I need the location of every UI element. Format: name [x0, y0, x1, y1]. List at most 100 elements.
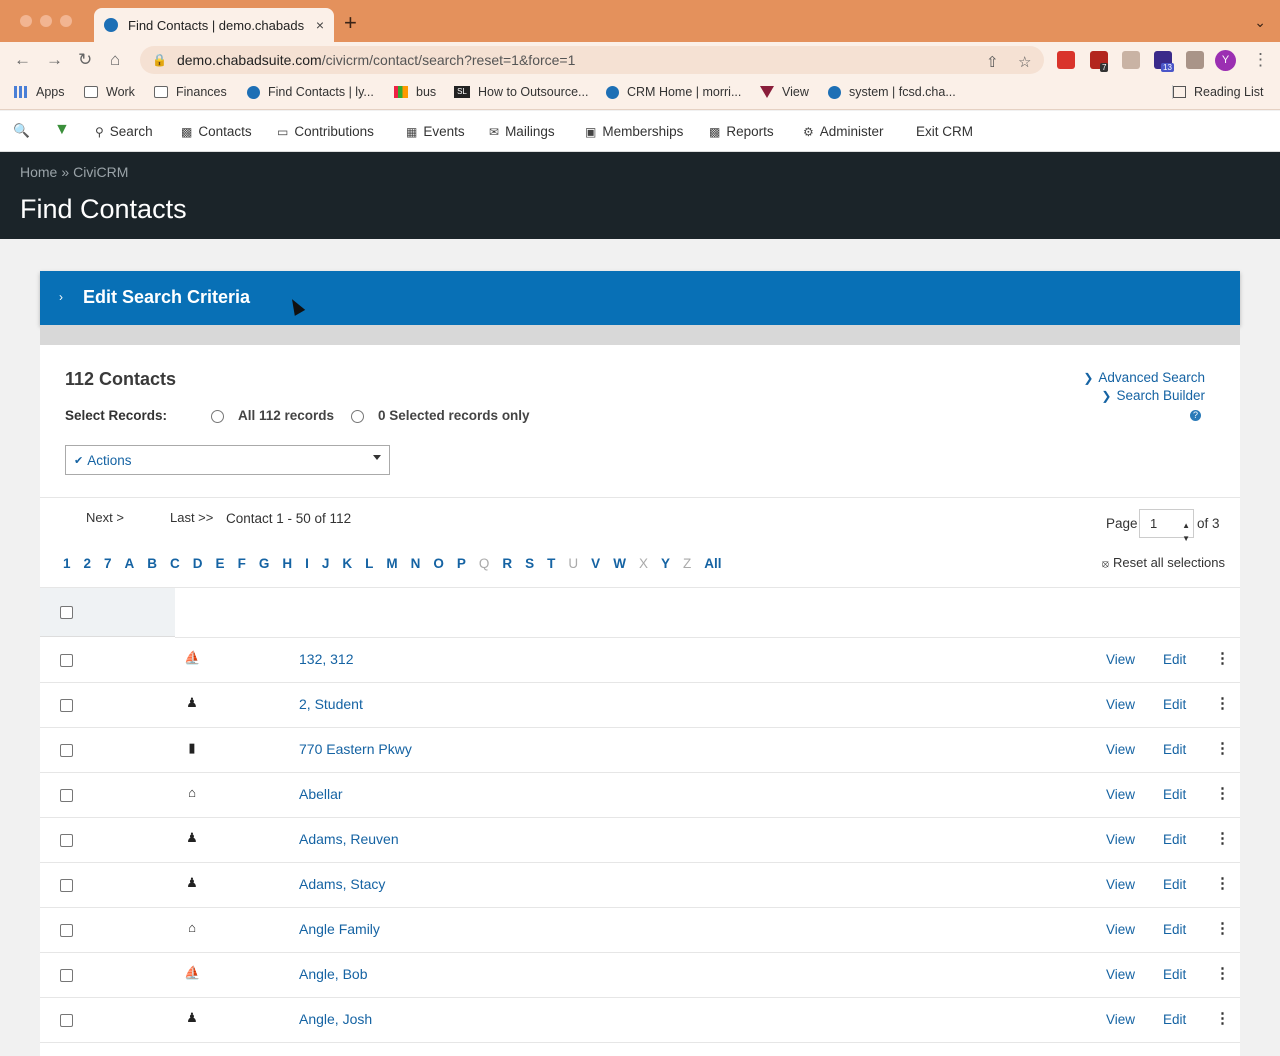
- view-link[interactable]: View: [1106, 742, 1135, 757]
- menu-memberships[interactable]: ▣ Memberships: [585, 124, 683, 139]
- bookmark-outsource[interactable]: SL How to Outsource...: [454, 85, 588, 99]
- help-icon[interactable]: ?: [1190, 410, 1201, 421]
- alpha-letter-o[interactable]: O: [433, 556, 444, 571]
- alpha-letter-y[interactable]: Y: [661, 556, 670, 571]
- window-minimize-dot[interactable]: [40, 15, 52, 27]
- page-number-input[interactable]: 1 ▲ ▼: [1139, 509, 1194, 543]
- share-icon[interactable]: ⇧: [986, 53, 999, 71]
- alpha-letter-n[interactable]: N: [411, 556, 421, 571]
- alpha-letter-e[interactable]: E: [216, 556, 225, 571]
- contact-name-link[interactable]: 770 Eastern Pkwy: [299, 741, 412, 757]
- search-builder-link[interactable]: ❯ Search Builder: [1083, 388, 1205, 403]
- advanced-search-link[interactable]: ❯ Advanced Search: [1083, 370, 1205, 385]
- alpha-letter-7[interactable]: 7: [104, 556, 112, 571]
- view-link[interactable]: View: [1106, 652, 1135, 667]
- row-checkbox[interactable]: [60, 699, 73, 712]
- browser-tab[interactable]: Find Contacts | demo.chabads ×: [94, 8, 334, 42]
- window-close-dot[interactable]: [20, 15, 32, 27]
- view-link[interactable]: View: [1106, 697, 1135, 712]
- alpha-letter-f[interactable]: F: [238, 556, 246, 571]
- more-actions-icon[interactable]: ⋮: [1215, 874, 1230, 892]
- bookmark-find-contacts[interactable]: Find Contacts | ly...: [247, 85, 374, 99]
- row-checkbox[interactable]: [60, 744, 73, 757]
- row-checkbox[interactable]: [60, 789, 73, 802]
- more-actions-icon[interactable]: ⋮: [1215, 1009, 1230, 1027]
- contact-name-link[interactable]: Angle, Bob: [299, 966, 368, 982]
- alpha-letter-k[interactable]: K: [342, 556, 352, 571]
- bookmark-view[interactable]: View: [760, 85, 809, 99]
- contact-name-link[interactable]: Adams, Stacy: [299, 876, 385, 892]
- edit-link[interactable]: Edit: [1163, 742, 1186, 757]
- bookmark-finances[interactable]: Finances: [154, 85, 227, 99]
- more-actions-icon[interactable]: ⋮: [1215, 919, 1230, 937]
- edit-link[interactable]: Edit: [1163, 877, 1186, 892]
- alpha-letter-c[interactable]: C: [170, 556, 180, 571]
- civicrm-logo-icon[interactable]: ▼: [54, 121, 70, 139]
- view-link[interactable]: View: [1106, 877, 1135, 892]
- row-checkbox[interactable]: [60, 654, 73, 667]
- more-actions-icon[interactable]: ⋮: [1215, 694, 1230, 712]
- forward-arrow-icon[interactable]: →: [46, 50, 63, 70]
- menu-administer[interactable]: ⚙ Administer: [803, 124, 884, 139]
- alpha-letter-r[interactable]: R: [502, 556, 512, 571]
- alpha-letter-j[interactable]: J: [322, 556, 330, 571]
- edit-link[interactable]: Edit: [1163, 832, 1186, 847]
- pager-next-link[interactable]: Next >: [86, 510, 124, 525]
- alpha-letter-a[interactable]: A: [125, 556, 135, 571]
- menu-events[interactable]: ▦ Events: [406, 124, 465, 139]
- pager-last-link[interactable]: Last >>: [170, 510, 213, 525]
- view-link[interactable]: View: [1106, 832, 1135, 847]
- window-zoom-dot[interactable]: [60, 15, 72, 27]
- spin-down-icon[interactable]: ▼: [1182, 525, 1190, 552]
- extension-red-icon[interactable]: [1057, 51, 1075, 69]
- selected-records-radio[interactable]: [351, 410, 364, 423]
- edit-link[interactable]: Edit: [1163, 922, 1186, 937]
- contact-name-link[interactable]: Abellar: [299, 786, 343, 802]
- select-all-checkbox[interactable]: [60, 606, 73, 619]
- bookmark-bus[interactable]: bus: [394, 85, 436, 99]
- reload-icon[interactable]: ↻: [78, 50, 92, 70]
- contact-name-link[interactable]: Angle, Josh: [299, 1011, 372, 1027]
- bookmark-system[interactable]: system | fcsd.cha...: [828, 85, 956, 99]
- tab-close-icon[interactable]: ×: [316, 17, 324, 33]
- more-actions-icon[interactable]: ⋮: [1215, 649, 1230, 667]
- menu-reports[interactable]: ▩ Reports: [709, 124, 774, 139]
- reading-list[interactable]: Reading List: [1172, 85, 1264, 99]
- extension-camera-icon[interactable]: [1122, 51, 1140, 69]
- contact-name-link[interactable]: 132, 312: [299, 651, 354, 667]
- bookmark-work[interactable]: Work: [84, 85, 135, 99]
- contact-name-link[interactable]: 2, Student: [299, 696, 363, 712]
- quicksearch-icon[interactable]: 🔍: [13, 123, 30, 139]
- alpha-letter-i[interactable]: I: [305, 556, 309, 571]
- menu-exit-crm[interactable]: Exit CRM: [916, 124, 973, 139]
- menu-contacts[interactable]: ▩ Contacts: [181, 124, 252, 139]
- url-input[interactable]: 🔒 demo.chabadsuite.com/civicrm/contact/s…: [140, 46, 1044, 74]
- more-actions-icon[interactable]: ⋮: [1215, 784, 1230, 802]
- alpha-letter-g[interactable]: G: [259, 556, 270, 571]
- alpha-letter-d[interactable]: D: [193, 556, 203, 571]
- edit-search-criteria-toggle[interactable]: › Edit Search Criteria: [40, 271, 1240, 325]
- back-arrow-icon[interactable]: ←: [14, 50, 31, 70]
- alpha-letter-v[interactable]: V: [591, 556, 600, 571]
- edit-link[interactable]: Edit: [1163, 967, 1186, 982]
- menu-search[interactable]: ⚲ Search: [95, 124, 153, 139]
- menu-mailings[interactable]: ✉ Mailings: [489, 124, 555, 139]
- more-actions-icon[interactable]: ⋮: [1215, 739, 1230, 757]
- contact-name-link[interactable]: Adams, Reuven: [299, 831, 399, 847]
- alpha-letter-s[interactable]: S: [525, 556, 534, 571]
- alpha-letter-t[interactable]: T: [547, 556, 555, 571]
- edit-link[interactable]: Edit: [1163, 652, 1186, 667]
- alpha-letter-2[interactable]: 2: [84, 556, 92, 571]
- edit-link[interactable]: Edit: [1163, 1012, 1186, 1027]
- row-checkbox[interactable]: [60, 834, 73, 847]
- view-link[interactable]: View: [1106, 967, 1135, 982]
- view-link[interactable]: View: [1106, 787, 1135, 802]
- more-actions-icon[interactable]: ⋮: [1215, 964, 1230, 982]
- alpha-letter-w[interactable]: W: [613, 556, 626, 571]
- view-link[interactable]: View: [1106, 922, 1135, 937]
- alpha-letter-p[interactable]: P: [457, 556, 466, 571]
- edit-link[interactable]: Edit: [1163, 787, 1186, 802]
- home-icon[interactable]: ⌂: [110, 50, 120, 70]
- breadcrumb-civicrm[interactable]: CiviCRM: [73, 164, 128, 180]
- row-checkbox[interactable]: [60, 924, 73, 937]
